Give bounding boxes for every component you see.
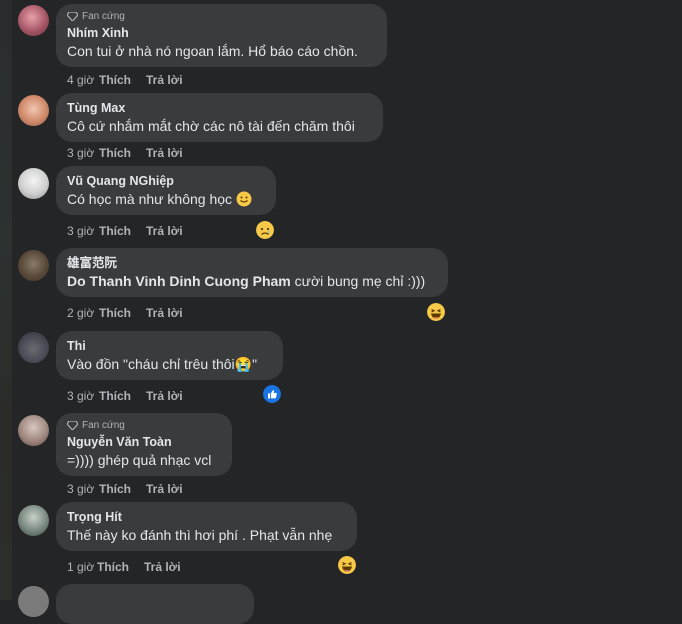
avatar[interactable] bbox=[18, 332, 49, 363]
reply-button[interactable]: Trả lời bbox=[144, 560, 181, 574]
avatar[interactable] bbox=[18, 250, 49, 281]
author-name[interactable]: Tùng Max bbox=[67, 100, 371, 116]
comment-text: Thế này ko đánh thì hơi phí . Phạt vẫn n… bbox=[67, 527, 333, 543]
reply-button[interactable]: Trả lời bbox=[146, 482, 183, 496]
sad-reaction-icon[interactable] bbox=[256, 221, 274, 239]
comment-text: Có học mà như không học bbox=[67, 190, 264, 209]
avatar[interactable] bbox=[18, 95, 49, 126]
timestamp[interactable]: 3 giờ bbox=[67, 224, 99, 238]
badge-label: Fan cứng bbox=[82, 11, 125, 22]
reply-button[interactable]: Trả lời bbox=[146, 389, 183, 403]
haha-reaction-icon[interactable] bbox=[427, 303, 445, 321]
comment-bubble: Thi Vào đồn "cháu chỉ trêu thôi😭" bbox=[56, 331, 283, 380]
timestamp[interactable]: 2 giờ bbox=[67, 306, 99, 320]
like-button[interactable]: Thích bbox=[99, 224, 146, 238]
reply-button[interactable]: Trả lời bbox=[146, 224, 183, 238]
like-button[interactable]: Thích bbox=[99, 73, 146, 87]
avatar[interactable] bbox=[18, 168, 49, 199]
reply-button[interactable]: Trả lời bbox=[146, 306, 183, 320]
like-reaction-icon[interactable] bbox=[263, 385, 281, 403]
avatar[interactable] bbox=[18, 5, 49, 36]
diamond-icon bbox=[67, 421, 78, 430]
comment-actions: 2 giờ Thích Trả lời bbox=[67, 306, 183, 320]
timestamp[interactable]: 3 giờ bbox=[67, 482, 99, 496]
comment-bubble: Fan cứng Nhím Xinh Con tui ở nhà nó ngoa… bbox=[56, 4, 387, 67]
timestamp[interactable]: 1 giờ bbox=[67, 560, 97, 574]
comment-actions: 3 giờ Thích Trả lời bbox=[67, 389, 183, 403]
like-button[interactable]: Thích bbox=[97, 560, 144, 574]
comment-actions: 3 giờ Thích Trả lời bbox=[67, 146, 183, 160]
smile-emoji-icon bbox=[236, 191, 252, 207]
avatar[interactable] bbox=[18, 586, 49, 617]
badge-label: Fan cứng bbox=[82, 420, 125, 431]
comment-text: Do Thanh Vinh Dinh Cuong Pham cười bung … bbox=[67, 272, 436, 291]
fan-badge: Fan cứng bbox=[67, 11, 375, 22]
like-button[interactable]: Thích bbox=[99, 389, 146, 403]
timestamp[interactable]: 4 giờ bbox=[67, 73, 99, 87]
author-name[interactable]: Thi bbox=[67, 338, 271, 354]
reply-button[interactable]: Trả lời bbox=[146, 73, 183, 87]
author-name[interactable]: Vũ Quang NGhiệp bbox=[67, 173, 264, 189]
comment-text: Con tui ở nhà nó ngoan lắm. Hổ báo cáo c… bbox=[67, 43, 358, 59]
comment-bubble: 雄富范阮 Do Thanh Vinh Dinh Cuong Pham cười … bbox=[56, 248, 448, 297]
comment-text: Vào đồn "cháu chỉ trêu thôi😭" bbox=[67, 356, 258, 372]
comment-actions: 1 giờ Thích Trả lời bbox=[67, 560, 181, 574]
comment-bubble bbox=[56, 584, 254, 624]
comment-actions: 3 giờ Thích Trả lời bbox=[67, 482, 183, 496]
comment-bubble: Vũ Quang NGhiệp Có học mà như không học bbox=[56, 166, 276, 215]
comment-bubble: Fan cứng Nguyễn Văn Toàn =)))) ghép quả … bbox=[56, 413, 232, 476]
like-button[interactable]: Thích bbox=[99, 146, 146, 160]
timestamp[interactable]: 3 giờ bbox=[67, 389, 99, 403]
author-name[interactable]: 雄富范阮 bbox=[67, 255, 436, 271]
diamond-icon bbox=[67, 12, 78, 21]
timestamp[interactable]: 3 giờ bbox=[67, 146, 99, 160]
mention-link[interactable]: Do Thanh Vinh Dinh Cuong Pham bbox=[67, 273, 291, 289]
like-button[interactable]: Thích bbox=[99, 482, 146, 496]
comment-actions: 4 giờ Thích Trả lời bbox=[67, 73, 183, 87]
avatar[interactable] bbox=[18, 415, 49, 446]
background-edge bbox=[0, 0, 12, 600]
comment-text: Cô cứ nhắm mắt chờ các nô tài đến chăm t… bbox=[67, 118, 355, 134]
avatar[interactable] bbox=[18, 505, 49, 536]
haha-reaction-icon[interactable] bbox=[338, 556, 356, 574]
like-button[interactable]: Thích bbox=[99, 306, 146, 320]
author-name[interactable]: Trọng Hít bbox=[67, 509, 345, 525]
comment-bubble: Trọng Hít Thế này ko đánh thì hơi phí . … bbox=[56, 502, 357, 551]
reply-button[interactable]: Trả lời bbox=[146, 146, 183, 160]
comment-text: =)))) ghép quả nhạc vcl bbox=[67, 452, 212, 468]
comment-bubble: Tùng Max Cô cứ nhắm mắt chờ các nô tài đ… bbox=[56, 93, 383, 142]
comment-text-content: Có học mà như không học bbox=[67, 191, 233, 207]
comment-actions: 3 giờ Thích Trả lời bbox=[67, 224, 183, 238]
author-name[interactable]: Nguyễn Văn Toàn bbox=[67, 434, 220, 450]
comment-text-content: cười bung mẹ chỉ :))) bbox=[290, 273, 426, 289]
fan-badge: Fan cứng bbox=[67, 420, 220, 431]
author-name[interactable]: Nhím Xinh bbox=[67, 25, 375, 41]
